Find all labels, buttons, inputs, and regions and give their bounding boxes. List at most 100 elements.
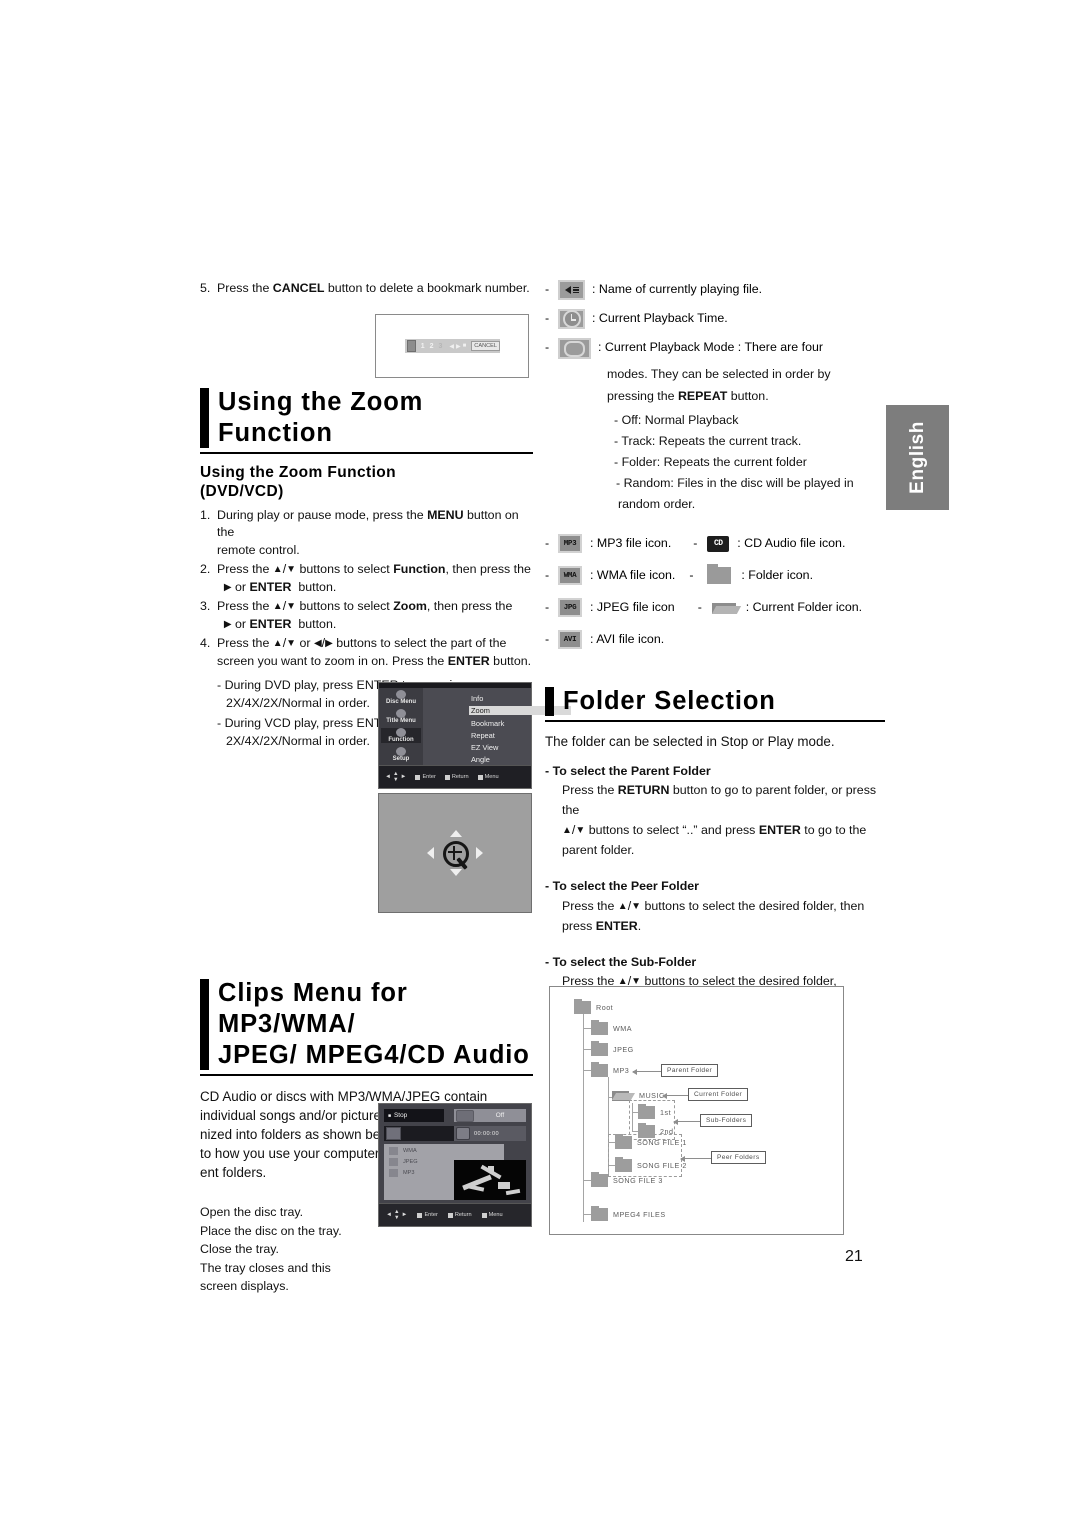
- clips-footer-menu: Menu: [481, 1212, 503, 1218]
- cd-label: : CD Audio file icon.: [737, 536, 846, 550]
- avi-label: : AVI file icon.: [590, 632, 665, 646]
- step-number: 2.: [200, 562, 211, 576]
- zoom-subheading: Using the Zoom Function (DVD/VCD): [200, 463, 397, 500]
- bullet-dash: -: [693, 536, 698, 550]
- osd-menu-repeat[interactable]: Repeat: [471, 731, 495, 740]
- heading-bar: [545, 687, 554, 716]
- file-icon-row: - MP3 : MP3 file icon. - CD : CD Audio f…: [545, 534, 885, 553]
- clips-time: 00:00:00: [454, 1126, 526, 1141]
- clips-mode-label: Off: [495, 1112, 505, 1119]
- mode-bullet: - Track: Repeats the current track.: [614, 434, 802, 448]
- step-number: 4.: [200, 636, 211, 650]
- osd-footer: ◄ ▲ ▼ ► Enter Return Menu: [379, 765, 531, 788]
- playback-time-icon: [558, 309, 585, 329]
- zoom-step-1: 1. During play or pause mode, press the …: [200, 507, 533, 560]
- language-tab: English: [886, 405, 949, 510]
- legend-playback-mode-cont: modes. They can be selected in order by …: [545, 363, 885, 407]
- osd-side-title-menu[interactable]: Title Menu: [381, 709, 421, 724]
- clips-mode[interactable]: Off: [454, 1109, 526, 1122]
- osd-side-disc-menu[interactable]: Disc Menu: [381, 690, 421, 705]
- list-item[interactable]: WMA: [384, 1144, 504, 1155]
- bullet-dash: -: [545, 311, 550, 325]
- tree-node-mpeg4-files[interactable]: MPEG4 FILES: [591, 1205, 666, 1221]
- step-number: 3.: [200, 599, 211, 613]
- jpeg-label: : JPEG file icon: [590, 600, 675, 614]
- wma-label: : WMA file icon.: [590, 568, 676, 582]
- page-number: 21: [845, 1248, 863, 1265]
- manual-page: 5. Press the CANCEL button to delete a b…: [0, 0, 1080, 1528]
- tree-node-song-file-2[interactable]: SONG FILE 2: [615, 1156, 687, 1172]
- tray-line: screen displays.: [200, 1279, 289, 1293]
- osd-menu-ezview[interactable]: EZ View: [471, 743, 498, 752]
- callout-parent-folder: Parent Folder: [661, 1064, 719, 1077]
- tree-node-root[interactable]: Root: [574, 998, 613, 1014]
- return-key-icon: [444, 774, 450, 780]
- file-icon-row: - WMA : WMA file icon. - : Folder icon.: [545, 564, 885, 585]
- zoom-step-4: 4. Press the ▲/▼ or ◀/▶ buttons to selec…: [200, 635, 533, 670]
- bullet-dash: -: [545, 536, 550, 550]
- folder-icon: [574, 998, 591, 1014]
- bookmark-number: 1: [420, 342, 425, 350]
- cancel-button[interactable]: CANCEL: [471, 341, 500, 351]
- callout-arrow: [662, 1092, 688, 1099]
- folder-icon: [615, 1133, 632, 1149]
- folder-icon: [615, 1156, 632, 1172]
- folder-icon: [591, 1061, 608, 1077]
- clips-time-value: 00:00:00: [474, 1130, 499, 1137]
- osd-footer-return: Return: [444, 774, 469, 780]
- group-body: Press the ▲/▼ buttons to select the desi…: [562, 898, 865, 933]
- enter-key-icon: [417, 1212, 423, 1218]
- arrow-left-icon: [427, 847, 434, 859]
- tree-node-jpeg[interactable]: JPEG: [591, 1040, 634, 1056]
- mode-bullet: random order.: [618, 497, 696, 511]
- osd-footer-menu: Menu: [477, 774, 499, 780]
- dpad-icon: ◄ ▲ ▼ ►: [386, 1209, 408, 1221]
- clips-footer-return: Return: [447, 1212, 472, 1218]
- osd-menu-bookmark[interactable]: Bookmark: [471, 719, 504, 728]
- folder-icon: [707, 564, 732, 584]
- current-folder-icon: [711, 601, 741, 615]
- zoom-crosshair: [427, 830, 483, 876]
- osd-menu-angle[interactable]: Angle: [471, 755, 490, 764]
- osd-menu-list: Info Zoom Bookmark Repeat EZ View Angle: [423, 688, 571, 766]
- menu-key-icon: [481, 1212, 487, 1218]
- language-tab-label: English: [906, 421, 928, 494]
- tree-node-song-file-3[interactable]: SONG FILE 3: [591, 1171, 663, 1187]
- legend-mode-bullets: - Off: Normal Playback - Track: Repeats …: [545, 410, 885, 515]
- step-5-number: 5.: [200, 281, 211, 295]
- bookmark-bar: 1 2 3 ◀ ▶ ■ CANCEL: [405, 339, 500, 353]
- osd-menu-info[interactable]: Info: [471, 694, 483, 703]
- arrow-down-icon: [450, 869, 462, 876]
- bookmark-icon: [407, 340, 416, 352]
- tree-line: [583, 1014, 584, 1222]
- clips-footer: ◄ ▲ ▼ ► Enter Return Menu: [379, 1203, 531, 1226]
- tree-node-mp3[interactable]: MP3: [591, 1061, 629, 1077]
- osd-side-setup[interactable]: Setup: [381, 747, 421, 762]
- playback-mode-icon: [558, 338, 591, 359]
- folder-icon: [389, 1147, 398, 1155]
- group-title: - To select the Parent Folder: [545, 763, 711, 778]
- mp3-label: : MP3 file icon.: [590, 536, 672, 550]
- page-title-folder-selection: Folder Selection: [563, 687, 776, 715]
- zoom-step-3: 3. Press the ▲/▼ buttons to select Zoom,…: [200, 598, 533, 633]
- group-body: Press the RETURN button to go to parent …: [562, 783, 877, 857]
- file-icon-row: - JPG : JPEG file icon - : Current Folde…: [545, 598, 885, 617]
- group-peer-folder: - To select the Peer Folder Press the ▲/…: [545, 878, 885, 936]
- next-icon: ▶: [456, 343, 461, 350]
- callout-arrow: [632, 1068, 661, 1075]
- group-title: - To select the Sub-Folder: [545, 954, 697, 969]
- file-icon-legend: - MP3 : MP3 file icon. - CD : CD Audio f…: [545, 534, 885, 649]
- legend-label: : Current Playback Time.: [592, 311, 728, 325]
- mode-bullet: - Random: Files in the disc will be play…: [616, 476, 854, 490]
- tree-node-music[interactable]: MUSIC: [611, 1089, 665, 1101]
- step-body: Press the ▲/▼ buttons to select Zoom, th…: [217, 599, 513, 631]
- tree-node-wma[interactable]: WMA: [591, 1019, 632, 1035]
- speaker-icon: [386, 1127, 401, 1140]
- current-folder-label: : Current Folder icon.: [745, 600, 863, 614]
- tree-node-song-file-1[interactable]: SONG FILE 1: [615, 1133, 687, 1149]
- repeat-mode-icon: [456, 1109, 474, 1122]
- clips-status: ■ Stop: [384, 1109, 444, 1122]
- tree-node-1st[interactable]: 1st: [638, 1103, 671, 1119]
- osd-side-function[interactable]: Function: [381, 728, 421, 743]
- section-heading-clips: Clips Menu for MP3/WMA/JPEG/ MPEG4/CD Au…: [200, 978, 533, 1076]
